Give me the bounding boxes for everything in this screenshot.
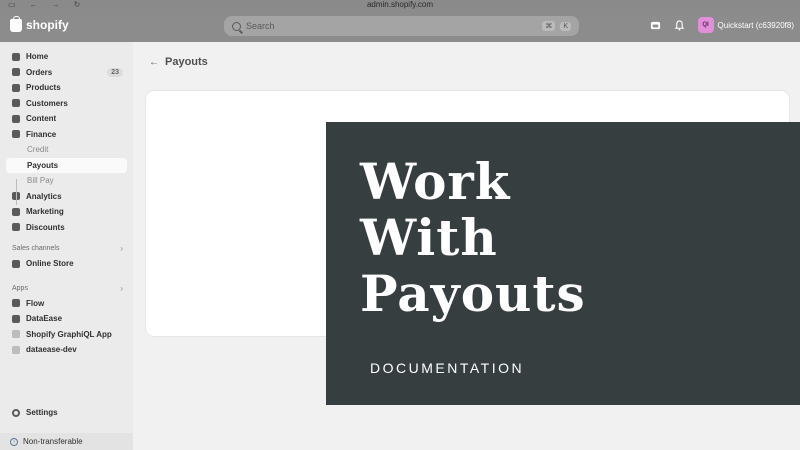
search-input[interactable]	[246, 21, 538, 31]
content-icon	[12, 114, 20, 123]
shortcut-cmd-key: ⌘	[542, 21, 556, 31]
sidebar-item-customers[interactable]: Customers	[6, 96, 127, 112]
sidebar-item-dataease[interactable]: DataEase	[6, 311, 127, 327]
sidebar-item-discounts[interactable]: Discounts	[6, 220, 127, 236]
banner-title: Work With Payouts	[360, 154, 586, 322]
sidebar-item-finance[interactable]: Finance	[6, 127, 127, 143]
banner-subtitle: DOCUMENTATION	[370, 360, 525, 376]
sidebar-item-bill-pay[interactable]: Bill Pay	[6, 173, 127, 189]
person-icon	[12, 99, 20, 108]
sidebar-item-orders[interactable]: Orders 23	[6, 65, 127, 81]
banner-title-line-1: Work	[360, 152, 511, 211]
sidebar-item-home[interactable]: Home	[6, 49, 127, 65]
store-icon	[12, 259, 20, 268]
sidebar-item-credit[interactable]: Credit	[6, 142, 127, 158]
bank-icon	[12, 130, 20, 139]
app-icon	[12, 330, 20, 339]
orders-icon	[12, 68, 20, 77]
back-arrow-icon[interactable]: ←	[149, 57, 159, 68]
sidebar-item-dataease-dev[interactable]: dataease-dev	[6, 342, 127, 358]
logo-text: shopify	[26, 18, 69, 32]
tree-line	[16, 179, 17, 205]
address-bar[interactable]: admin.shopify.com	[0, 0, 800, 9]
banner-title-line-3: Payouts	[360, 264, 586, 323]
flow-icon	[12, 299, 20, 308]
shopify-logo[interactable]: shopify	[10, 15, 69, 32]
sidebar-item-flow[interactable]: Flow	[6, 296, 127, 312]
discount-icon	[12, 223, 20, 232]
gear-icon	[12, 408, 20, 417]
sidebar-item-online-store[interactable]: Online Store	[6, 256, 127, 272]
sidebar-item-marketing[interactable]: Marketing	[6, 204, 127, 220]
search-icon	[232, 21, 241, 31]
sidebar-item-settings[interactable]: Settings	[12, 408, 58, 417]
sidebar-item-payouts[interactable]: Payouts	[6, 157, 127, 173]
sidebar-item-content[interactable]: Content	[6, 111, 127, 127]
sidebar: Home Orders 23 Products Customers Content…	[0, 42, 133, 450]
store-menu-button[interactable]: QI Quickstart (c63920f8)	[697, 17, 794, 33]
sidebar-item-graphiql[interactable]: Shopify GraphiQL App	[6, 327, 127, 343]
tag-icon	[12, 83, 20, 92]
chevron-right-icon: ›	[120, 283, 123, 293]
page-header: ← Payouts	[149, 56, 208, 68]
search-bar[interactable]: ⌘ K	[224, 16, 579, 36]
dataease-icon	[12, 314, 20, 323]
bell-icon[interactable]	[674, 19, 686, 31]
banner-title-line-2: With	[360, 208, 498, 267]
documentation-banner: Work With Payouts DOCUMENTATION	[326, 122, 800, 405]
store-icon[interactable]	[650, 19, 662, 31]
avatar: QI	[697, 17, 714, 33]
target-icon	[12, 207, 20, 216]
sidebar-item-analytics[interactable]: Analytics	[6, 189, 127, 205]
apps-header[interactable]: Apps ›	[6, 281, 127, 296]
admin-topbar: shopify ⌘ K QI Quickstart (c63920f8)	[0, 9, 800, 42]
page-title: Payouts	[165, 56, 208, 68]
home-icon	[12, 52, 20, 61]
app-icon	[12, 345, 20, 354]
shopify-bag-icon	[10, 15, 22, 32]
store-name: Quickstart (c63920f8)	[717, 20, 794, 30]
sidebar-item-products[interactable]: Products	[6, 80, 127, 96]
sales-channels-header[interactable]: Sales channels ›	[6, 241, 127, 256]
browser-toolbar: ▭ ← → ↻ admin.shopify.com	[0, 0, 800, 9]
info-icon: i	[10, 437, 18, 446]
shortcut-k-key: K	[560, 21, 571, 31]
non-transferable-banner[interactable]: i Non-transferable	[0, 433, 133, 450]
chevron-right-icon: ›	[120, 244, 123, 253]
orders-count-badge: 23	[107, 67, 123, 77]
